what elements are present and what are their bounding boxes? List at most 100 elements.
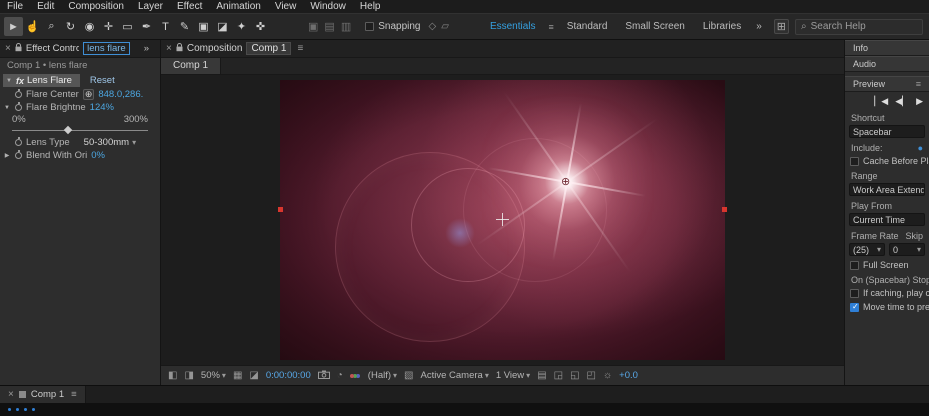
hand-tool-button[interactable]: ☝ (23, 17, 42, 36)
blend-value[interactable]: 0% (91, 150, 105, 161)
menu-file[interactable]: File (0, 1, 30, 12)
timeline-button-icon[interactable]: ◱ (570, 370, 579, 381)
play-from-select[interactable]: Current Time (849, 213, 925, 226)
range-select[interactable]: Work Area Extended (849, 183, 925, 196)
stopwatch-icon[interactable] (15, 137, 22, 146)
type-tool-button[interactable]: T (156, 17, 175, 36)
workspace-menu-icon[interactable]: ≡ (545, 22, 558, 32)
twirl-right-icon[interactable]: ▶ (3, 152, 11, 159)
flare-center-value[interactable]: 848.0,286. (98, 89, 143, 100)
channel-icon[interactable] (349, 373, 361, 378)
stopwatch-icon[interactable] (15, 150, 22, 159)
viewer-tab-comp1[interactable]: Comp 1 (161, 58, 222, 74)
if-caching-row[interactable]: If caching, play ca (845, 286, 929, 300)
close-icon[interactable]: × (5, 43, 11, 54)
composition-tab-title[interactable]: Composition (187, 43, 243, 54)
menu-window[interactable]: Window (303, 1, 353, 12)
fast-previews-icon[interactable]: ◲ (554, 370, 563, 381)
workspace-standard[interactable]: Standard (558, 21, 617, 32)
twirl-down-icon[interactable]: ▼ (5, 78, 13, 84)
zoom-tool-button[interactable]: ⌕ (42, 17, 61, 36)
if-caching-checkbox[interactable] (850, 288, 859, 298)
resolution-dropdown[interactable]: (Half) ▾ (368, 370, 397, 381)
skip-select[interactable]: 0 ▾ (889, 243, 925, 256)
current-time-display[interactable]: 0:00:00:00 (266, 370, 311, 381)
panel-menu-icon[interactable]: ≡ (71, 389, 77, 400)
exposure-sun-icon[interactable]: ☼ (603, 370, 612, 381)
info-panel-tab[interactable]: Info (845, 40, 929, 56)
effect-point-button[interactable]: ⊕ (82, 89, 95, 100)
frame-rate-select[interactable]: (25) ▾ (849, 243, 885, 256)
timeline-tab-comp1[interactable]: × Comp 1 ≡ (0, 386, 86, 403)
lock-icon[interactable] (176, 42, 183, 55)
clone-stamp-tool-button[interactable]: ▣ (194, 17, 213, 36)
roto-brush-tool-button[interactable]: ✦ (232, 17, 251, 36)
play-button[interactable]: ▶ (916, 96, 923, 107)
lens-type-dropdown[interactable]: 50-300mm ▾ (84, 137, 136, 148)
reset-button[interactable]: Reset (90, 75, 115, 86)
layer-handle-right[interactable] (722, 207, 727, 212)
help-search-field[interactable]: ⌕ Search Help (795, 18, 923, 35)
flare-brightness-value[interactable]: 124% (90, 102, 114, 113)
menu-effect[interactable]: Effect (170, 1, 209, 12)
flare-center-point[interactable]: ⊕ (561, 175, 570, 188)
pixel-aspect-icon[interactable]: ▤ (537, 370, 546, 381)
effect-controls-doc-tab[interactable]: lens flare (83, 42, 130, 55)
viewer-lock-icon[interactable]: ◧ (168, 370, 177, 381)
menu-edit[interactable]: Edit (30, 1, 61, 12)
mask-visibility-icon[interactable]: ◪ (249, 370, 258, 381)
view-layout-dropdown[interactable]: 1 View ▾ (496, 370, 530, 381)
grid-guides-icon[interactable]: ▦ (233, 370, 242, 381)
slider-handle[interactable] (63, 125, 72, 135)
first-frame-button[interactable]: ▏◀ (874, 96, 888, 107)
menu-layer[interactable]: Layer (131, 1, 170, 12)
include-video-icon[interactable]: ● (918, 143, 923, 153)
effect-controls-tab-title[interactable]: Effect Controls (26, 43, 79, 54)
preview-panel-tab[interactable]: Preview ≡ (845, 76, 929, 92)
slider-track[interactable] (12, 130, 148, 131)
composition-viewport[interactable]: ⊕ (161, 75, 844, 365)
full-screen-row[interactable]: Full Screen (845, 258, 929, 272)
viewer-screen-icon[interactable]: ◨ (184, 370, 193, 381)
menu-help[interactable]: Help (353, 1, 388, 12)
close-icon[interactable]: × (166, 43, 172, 54)
stopwatch-icon[interactable] (15, 102, 22, 111)
composition-doc-tab[interactable]: Comp 1 (246, 42, 292, 55)
shortcut-select[interactable]: Spacebar (849, 125, 925, 138)
brightness-slider[interactable] (12, 125, 148, 136)
previous-frame-button[interactable]: ◀▏ (895, 96, 909, 107)
workspace-small-screen[interactable]: Small Screen (616, 21, 693, 32)
eraser-tool-button[interactable]: ◪ (213, 17, 232, 36)
workspace-panel-icon[interactable]: ⊞ (773, 19, 789, 34)
snap-option-icon-2[interactable]: ▱ (441, 21, 449, 32)
composition-canvas[interactable]: ⊕ (278, 80, 727, 360)
effect-title[interactable]: ▼ fx Lens Flare (3, 74, 80, 87)
layer-handle-left[interactable] (278, 207, 283, 212)
cache-before-play-checkbox[interactable] (850, 156, 859, 166)
lock-icon[interactable] (15, 42, 22, 55)
camera-view-dropdown[interactable]: Active Camera ▾ (421, 370, 489, 381)
brush-tool-button[interactable]: ✎ (175, 17, 194, 36)
pen-tool-button[interactable]: ✒ (137, 17, 156, 36)
snap-option-icon-1[interactable]: ◇ (428, 21, 436, 32)
puppet-pin-tool-button[interactable]: ✜ (251, 17, 270, 36)
region-of-interest-icon[interactable]: ▧ (404, 370, 413, 381)
rotation-tool-button[interactable]: ↻ (61, 17, 80, 36)
exposure-value[interactable]: +0.0 (619, 370, 638, 381)
show-snapshot-icon[interactable]: ◔ (337, 370, 343, 381)
menu-composition[interactable]: Composition (61, 1, 131, 12)
selection-tool-button[interactable]: ► (4, 17, 23, 36)
workspace-overflow-chevrons[interactable]: » (750, 21, 768, 32)
cache-before-play-row[interactable]: Cache Before Play (845, 154, 929, 168)
snapping-control[interactable]: Snapping (365, 21, 420, 32)
panel-menu-icon[interactable]: ≡ (297, 43, 303, 54)
snapping-checkbox[interactable] (365, 22, 375, 31)
full-screen-checkbox[interactable] (850, 260, 859, 270)
panel-menu-icon[interactable]: ≡ (916, 77, 921, 92)
workspace-libraries[interactable]: Libraries (694, 21, 750, 32)
menu-animation[interactable]: Animation (209, 1, 267, 12)
close-icon[interactable]: × (8, 389, 14, 400)
pan-behind-tool-button[interactable]: ✛ (99, 17, 118, 36)
camera-tool-button[interactable]: ◉ (80, 17, 99, 36)
magnification-dropdown[interactable]: 50% ▾ (201, 370, 226, 381)
